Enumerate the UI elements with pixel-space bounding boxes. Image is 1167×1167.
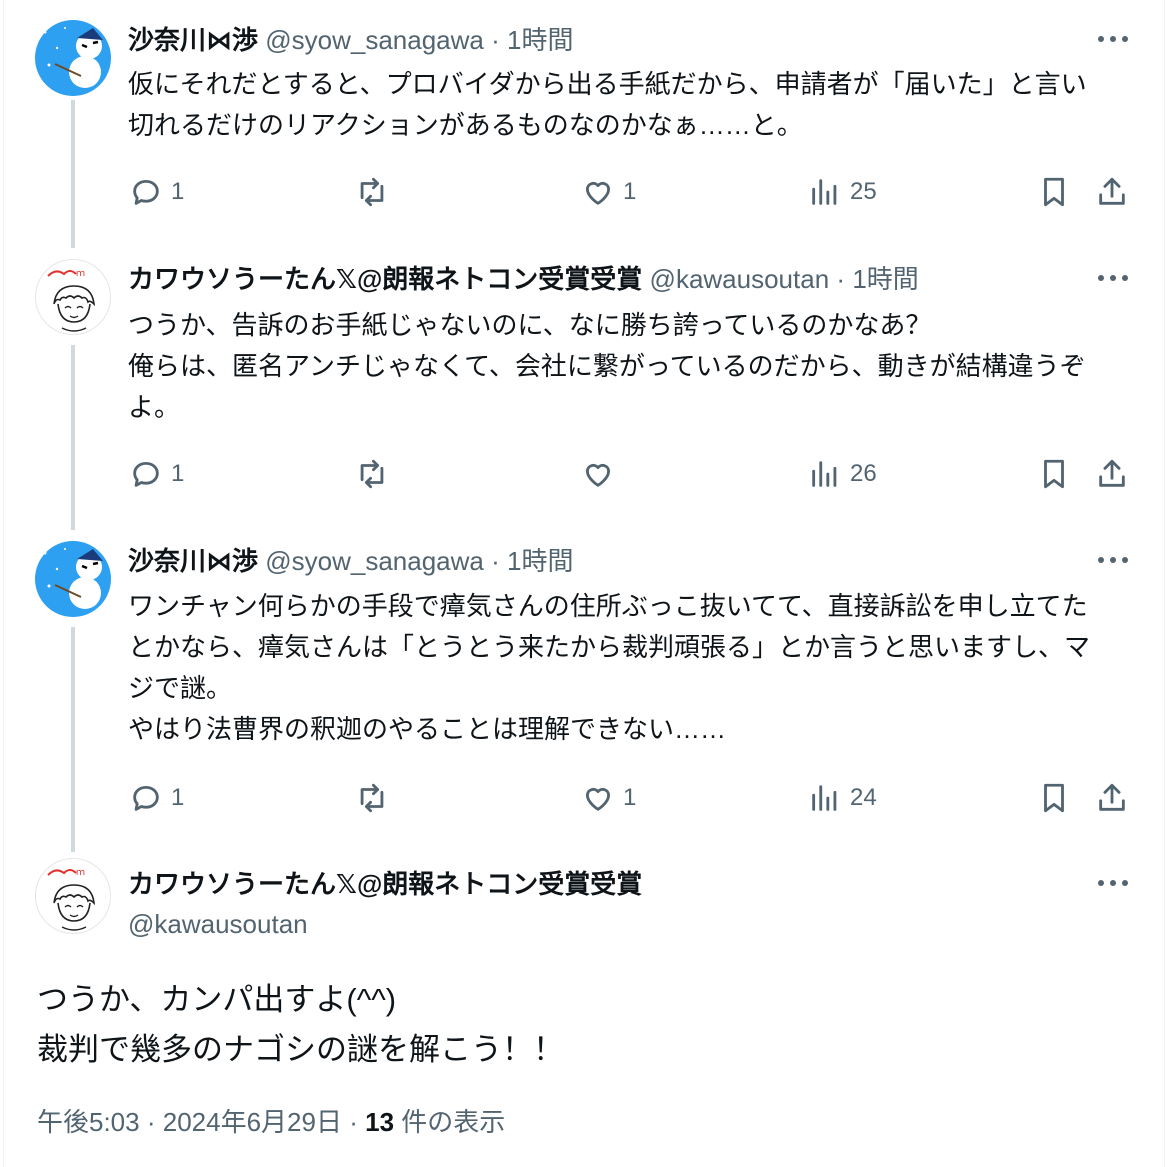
- reply-tweet[interactable]: 沙奈川⋈渉 @syow_sanagawa · 1時間 仮にそれだとすると、プロバ…: [0, 20, 1167, 235]
- analytics-icon: [812, 785, 837, 811]
- like-count: 1: [623, 178, 637, 205]
- like-button[interactable]: [581, 454, 623, 494]
- views-count: 26: [850, 460, 877, 487]
- more-horizontal-icon: [1098, 557, 1128, 563]
- reply-icon: [133, 461, 159, 487]
- more-horizontal-icon: [1098, 275, 1128, 281]
- retweet-icon: [360, 459, 384, 489]
- separator-dot: ·: [146, 1107, 156, 1137]
- display-name[interactable]: 沙奈川⋈渉: [128, 25, 258, 55]
- tweet-text: 仮にそれだとすると、プロバイダから出る手紙だから、申請者が「届いた」と言い 切れ…: [128, 69, 1087, 140]
- tweet-time[interactable]: 1時間: [507, 25, 573, 55]
- retweet-button[interactable]: [355, 172, 397, 212]
- bookmark-button[interactable]: [1037, 454, 1071, 494]
- separator-dot: ·: [349, 1107, 358, 1137]
- tweet-header: 沙奈川⋈渉 @syow_sanagawa · 1時間: [128, 20, 574, 60]
- retweet-button[interactable]: [355, 454, 397, 494]
- avatar[interactable]: [35, 541, 111, 617]
- bookmark-button[interactable]: [1037, 172, 1071, 212]
- action-bar: 1 1 25: [0, 172, 1167, 212]
- svg-text:ｍ: ｍ: [76, 269, 85, 279]
- user-handle[interactable]: @syow_sanagawa: [265, 546, 484, 576]
- main-user-handle[interactable]: @kawausoutan: [128, 904, 308, 944]
- hand-drawn-avatar-image: ｍ: [47, 269, 96, 332]
- reply-button[interactable]: 1: [129, 778, 184, 818]
- reply-button[interactable]: 1: [129, 172, 184, 212]
- tweet-text: つうか、告訴のお手紙じゃないのに、なに勝ち誇っているのかなあ？ 俺らは、匿名アン…: [128, 310, 1086, 422]
- separator-dot: ·: [836, 264, 846, 294]
- more-options-button[interactable]: [1093, 545, 1133, 575]
- avatar[interactable]: ｍ: [35, 259, 111, 335]
- avatar[interactable]: ｍ: [35, 858, 111, 934]
- hand-drawn-avatar-image: ｍ: [47, 868, 96, 931]
- reply-count: 1: [171, 460, 185, 487]
- user-handle[interactable]: @syow_sanagawa: [265, 25, 484, 55]
- share-button[interactable]: [1095, 454, 1129, 494]
- views-button[interactable]: 24: [808, 778, 877, 818]
- reply-icon: [133, 785, 159, 811]
- more-options-button[interactable]: [1093, 868, 1133, 898]
- post-time[interactable]: 午後5:03: [37, 1107, 140, 1137]
- share-button[interactable]: [1095, 172, 1129, 212]
- user-handle[interactable]: @kawausoutan: [650, 264, 830, 294]
- tweet-text: ワンチャン何らかの手段で瘴気さんの住所ぶっこ抜いてて、直接訴訟を申し立てた とか…: [128, 591, 1091, 744]
- like-count: 1: [623, 784, 637, 811]
- reply-count: 1: [171, 784, 185, 811]
- separator-dot: ·: [491, 25, 500, 55]
- retweet-icon: [360, 783, 384, 813]
- views-button[interactable]: 25: [808, 172, 877, 212]
- share-button[interactable]: [1095, 778, 1129, 818]
- action-bar: 1 26: [0, 454, 1167, 494]
- display-name[interactable]: 沙奈川⋈渉: [128, 546, 258, 576]
- analytics-icon: [812, 461, 837, 487]
- view-count-label: 件の表示: [401, 1107, 506, 1137]
- snowman-avatar-image: [43, 548, 103, 609]
- snowman-avatar-image: [43, 27, 103, 88]
- heart-icon: [585, 463, 611, 487]
- more-horizontal-icon: [1098, 36, 1128, 42]
- views-button[interactable]: 26: [808, 454, 877, 494]
- bookmark-icon: [1044, 783, 1064, 813]
- post-date[interactable]: 2024年6月29日: [163, 1107, 342, 1137]
- reply-icon: [133, 179, 159, 205]
- retweet-icon: [360, 177, 384, 207]
- avatar[interactable]: [35, 20, 111, 96]
- like-button[interactable]: 1: [581, 778, 636, 818]
- reply-button[interactable]: 1: [129, 454, 184, 494]
- retweet-button[interactable]: [355, 778, 397, 818]
- tweet-time[interactable]: 1時間: [507, 546, 573, 576]
- bookmark-button[interactable]: [1037, 778, 1071, 818]
- heart-icon: [585, 787, 611, 811]
- display-name[interactable]: カワウソうーたん𝕏@朗報ネトコン受賞受賞: [128, 264, 642, 294]
- bookmark-icon: [1044, 177, 1064, 207]
- reply-tweet[interactable]: ｍ カワウソうーたん𝕏@朗報ネトコン受賞受賞 @kawausoutan · 1時…: [0, 259, 1167, 509]
- more-options-button[interactable]: [1093, 24, 1133, 54]
- tweet-meta: 午後5:03 · 2024年6月29日 · 13 件の表示: [37, 1102, 505, 1142]
- share-icon: [1099, 177, 1125, 205]
- views-count: 24: [850, 784, 877, 811]
- tweet-time[interactable]: 1時間: [852, 264, 918, 294]
- views-count: 25: [850, 178, 877, 205]
- analytics-icon: [812, 179, 837, 205]
- view-count: 13: [365, 1107, 395, 1137]
- svg-text:ｍ: ｍ: [76, 868, 85, 878]
- reply-tweet[interactable]: 沙奈川⋈渉 @syow_sanagawa · 1時間 ワンチャン何らかの手段で瘴…: [0, 541, 1167, 836]
- main-tweet-text: つうか、カンパ出すよ(^^) 裁判で幾多のナゴシの謎を解こう！！: [37, 982, 564, 1067]
- separator-dot: ·: [491, 546, 500, 576]
- main-display-name[interactable]: カワウソうーたん𝕏@朗報ネトコン受賞受賞: [128, 864, 642, 904]
- reply-count: 1: [171, 178, 185, 205]
- action-bar: 1 1 24: [0, 778, 1167, 818]
- tweet-header: 沙奈川⋈渉 @syow_sanagawa · 1時間: [128, 541, 574, 581]
- tweet-header: カワウソうーたん𝕏@朗報ネトコン受賞受賞 @kawausoutan · 1時間: [128, 259, 919, 299]
- like-button[interactable]: 1: [581, 172, 636, 212]
- more-options-button[interactable]: [1093, 263, 1133, 293]
- bookmark-icon: [1044, 459, 1064, 489]
- more-horizontal-icon: [1098, 880, 1128, 886]
- share-icon: [1099, 459, 1125, 487]
- heart-icon: [585, 181, 611, 205]
- share-icon: [1099, 783, 1125, 811]
